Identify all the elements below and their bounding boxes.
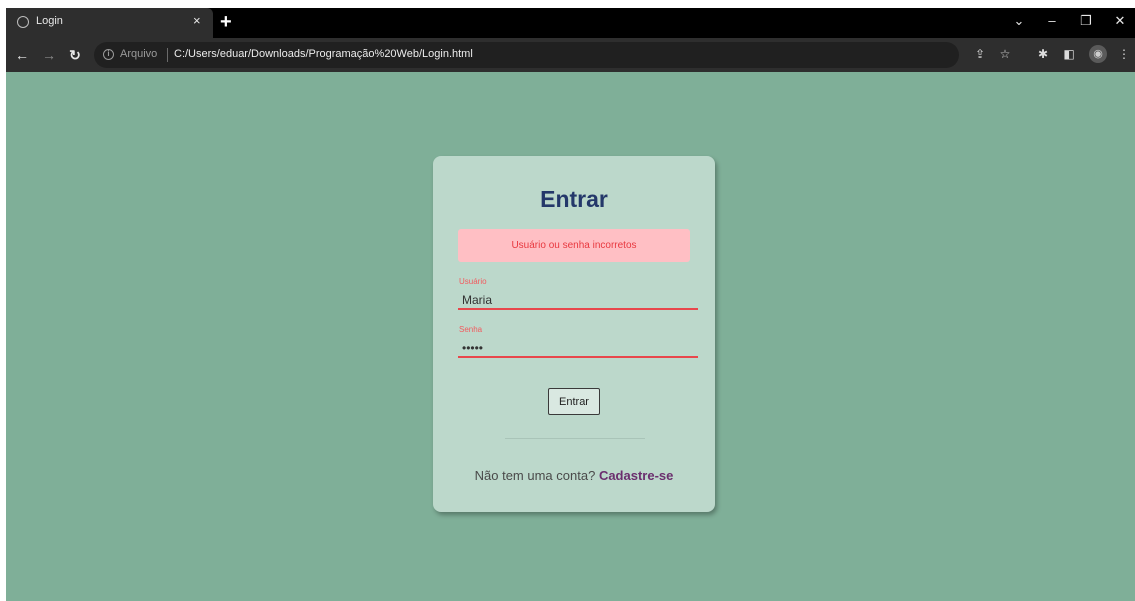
share-icon[interactable]: ⇪ (972, 46, 988, 62)
tab-strip: Login × + ⌄ – ❐ ✕ (6, 8, 1135, 38)
globe-icon (17, 16, 29, 28)
tab-close-icon[interactable]: × (193, 13, 201, 29)
close-window-button[interactable]: ✕ (1110, 12, 1130, 30)
restore-button[interactable]: ❐ (1076, 12, 1096, 30)
new-tab-button[interactable]: + (220, 10, 232, 34)
tab-search-icon[interactable]: ⌄ (1009, 12, 1029, 30)
tab-title: Login (36, 15, 63, 27)
divider (505, 438, 645, 439)
username-input[interactable] (458, 292, 698, 310)
browser-window: Login × + ⌄ – ❐ ✕ ← → ↻ i Arquivo C:/Use… (6, 8, 1135, 601)
password-input[interactable] (458, 340, 698, 358)
browser-toolbar: ← → ↻ i Arquivo C:/Users/eduar/Downloads… (6, 38, 1135, 72)
tab-login[interactable]: Login × (6, 8, 213, 38)
signup-link[interactable]: Cadastre-se (599, 468, 673, 483)
back-button[interactable]: ← (13, 46, 31, 64)
star-icon[interactable]: ☆ (997, 46, 1013, 62)
signup-line: Não tem uma conta? Cadastre-se (433, 468, 715, 483)
error-message: Usuário ou senha incorretos (458, 229, 690, 262)
login-card: Entrar Usuário ou senha incorretos Usuár… (433, 156, 715, 512)
login-button[interactable]: Entrar (548, 388, 600, 415)
menu-icon[interactable]: ⋮ (1116, 46, 1132, 62)
address-bar[interactable]: i Arquivo C:/Users/eduar/Downloads/Progr… (94, 42, 959, 68)
login-title: Entrar (540, 186, 608, 212)
profile-icon[interactable]: ◉ (1089, 45, 1107, 63)
extensions-icon[interactable]: ✱ (1035, 46, 1051, 62)
omnibox-separator (167, 48, 168, 62)
username-label: Usuário (459, 277, 487, 286)
url-text[interactable]: C:/Users/eduar/Downloads/Programação%20W… (174, 48, 473, 60)
reload-button[interactable]: ↻ (66, 46, 84, 64)
info-icon[interactable]: i (103, 49, 114, 60)
forward-button[interactable]: → (40, 46, 58, 64)
minimize-button[interactable]: – (1042, 12, 1062, 30)
signup-prompt: Não tem uma conta? (474, 468, 596, 483)
security-label: Arquivo (120, 48, 158, 60)
password-label: Senha (459, 325, 483, 334)
sidepanel-icon[interactable]: ◧ (1061, 46, 1077, 62)
